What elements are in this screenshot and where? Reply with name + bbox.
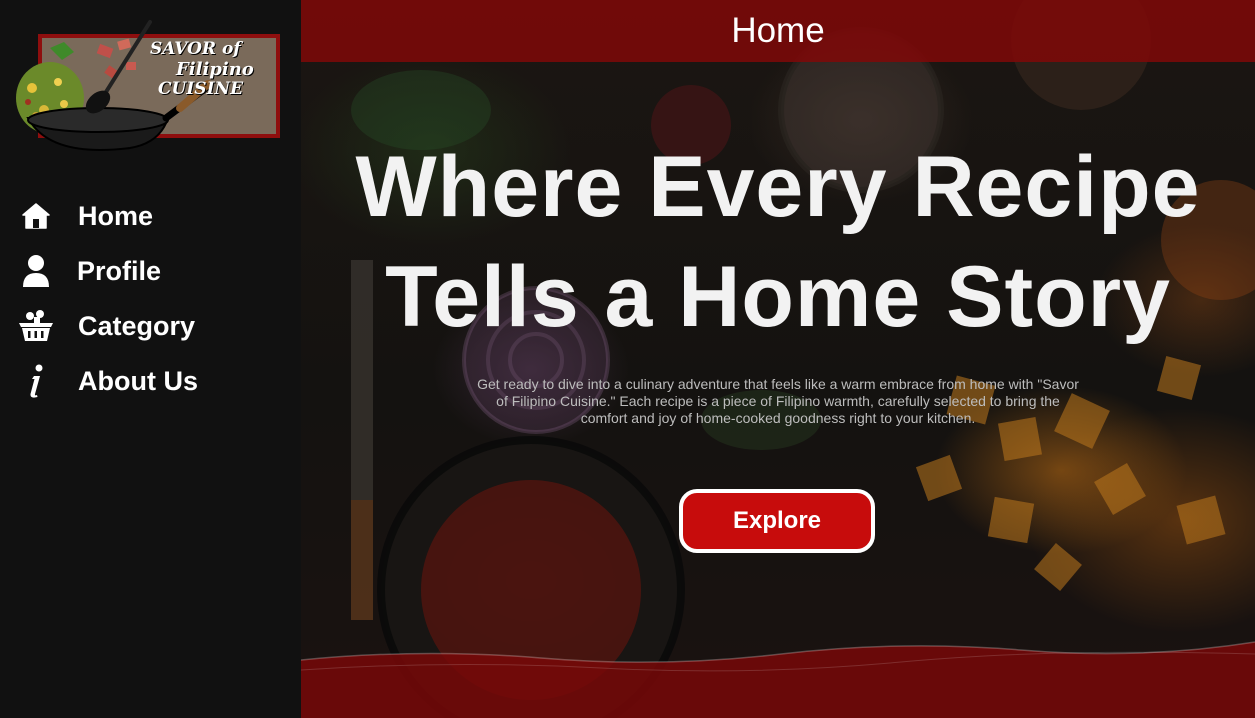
- hero-description: Get ready to dive into a culinary advent…: [477, 376, 1079, 426]
- sidebar-item-label: Home: [78, 200, 154, 231]
- sidebar-item-label: Category: [78, 310, 196, 341]
- headline-line-2: Tells a Home Story: [385, 249, 1171, 345]
- logo-line-3: CUISINE: [158, 79, 244, 100]
- hero-headline: Where Every Recipe Tells a Home Story: [301, 132, 1255, 352]
- page-title: Home: [731, 11, 825, 50]
- logo-line-1: SAVOR of: [150, 39, 241, 59]
- user-icon: [16, 251, 56, 291]
- home-icon: [16, 196, 56, 236]
- sidebar-item-label: About Us: [78, 365, 198, 396]
- logo-text: SAVOR of Filipino CUISINE: [150, 39, 278, 100]
- page-header: Home: [301, 0, 1255, 62]
- sidebar-item-profile[interactable]: Profile: [16, 251, 286, 291]
- logo-line-2: Filipino: [176, 58, 254, 80]
- food-background-image: [351, 0, 1255, 718]
- basket-icon: [16, 306, 56, 346]
- hero-section: Home Where Every Recipe Tells a Home Sto…: [301, 0, 1255, 718]
- sidebar-item-about-us[interactable]: About Us: [16, 361, 286, 401]
- sidebar-item-category[interactable]: Category: [16, 306, 286, 346]
- sidebar-item-label: Profile: [77, 255, 162, 286]
- footer-wave: [301, 641, 1255, 718]
- sidebar-item-home[interactable]: Home: [16, 196, 286, 236]
- sidebar: SAVOR of Filipino CUISINE Home Profile C…: [0, 0, 301, 718]
- explore-button[interactable]: Explore: [679, 489, 875, 553]
- headline-line-1: Where Every Recipe: [355, 139, 1201, 235]
- info-icon: [16, 361, 56, 401]
- site-logo[interactable]: SAVOR of Filipino CUISINE: [10, 18, 282, 158]
